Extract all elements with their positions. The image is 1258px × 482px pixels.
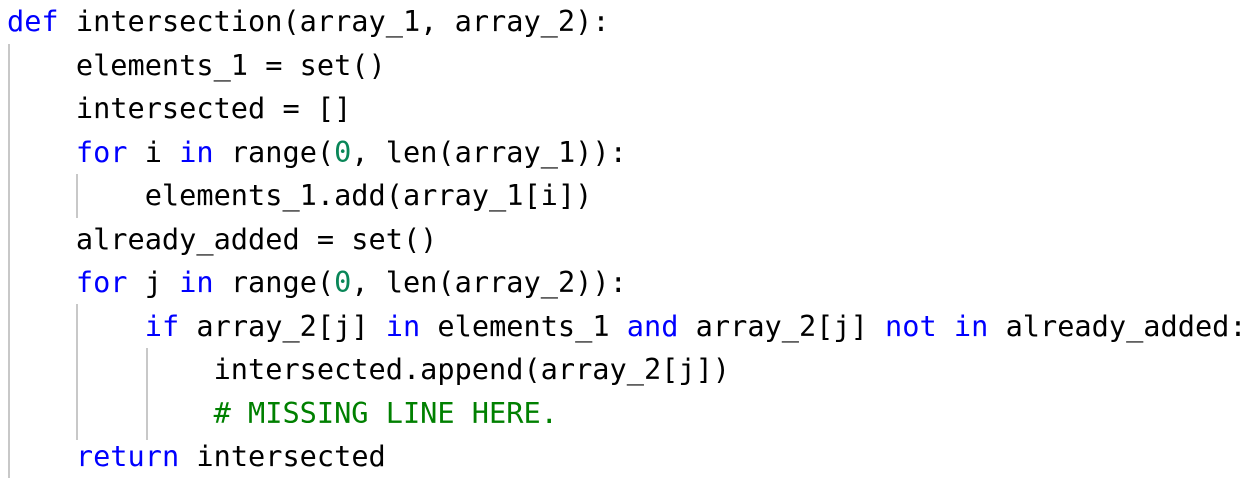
code-line[interactable]: intersected = [] <box>7 87 351 131</box>
code-token: j <box>127 265 180 299</box>
code-token: range( <box>213 135 335 169</box>
code-token: array_2[j] <box>179 309 386 343</box>
code-line[interactable]: for j in range(0, len(array_2)): <box>7 261 627 305</box>
code-line[interactable]: elements_1.add(array_1[i]) <box>7 174 593 218</box>
code-token: intersected <box>179 439 386 473</box>
code-token: intersection(array_1, array_2): <box>58 4 610 38</box>
code-token: range( <box>213 265 335 299</box>
code-line[interactable]: if array_2[j] in elements_1 and array_2[… <box>7 305 1247 349</box>
keyword-token: in <box>179 265 214 299</box>
code-token: already_added: <box>988 309 1247 343</box>
code-token: intersected.append(array_2[j]) <box>7 352 731 386</box>
keyword-token: in <box>385 309 421 343</box>
keyword-token: return <box>75 439 180 473</box>
code-editor[interactable]: def intersection(array_1, array_2): elem… <box>0 0 1258 482</box>
number-token: 0 <box>334 135 352 169</box>
code-line[interactable]: intersected.append(array_2[j]) <box>7 348 730 392</box>
code-line[interactable]: # MISSING LINE HERE. <box>7 392 558 436</box>
code-token: i <box>127 135 180 169</box>
number-token: 0 <box>334 265 352 299</box>
keyword-token: in <box>179 135 214 169</box>
code-line[interactable]: for i in range(0, len(array_1)): <box>7 131 627 175</box>
keyword-token: if <box>144 309 180 343</box>
code-token: already_added = set() <box>7 222 438 256</box>
keyword-token: not <box>885 309 937 343</box>
code-token: elements_1.add(array_1[i]) <box>7 178 593 212</box>
code-token: , len(array_2)): <box>351 265 627 299</box>
code-token: elements_1 = set() <box>7 48 386 82</box>
comment-token: # MISSING LINE HERE. <box>7 396 558 430</box>
code-line[interactable]: def intersection(array_1, array_2): <box>7 0 610 44</box>
code-token: intersected = [] <box>7 91 352 125</box>
keyword-token: for <box>75 135 128 169</box>
keyword-token: for <box>75 265 128 299</box>
code-line[interactable]: elements_1 = set() <box>7 44 386 88</box>
keyword-token: and <box>626 309 679 343</box>
keyword-token: def <box>7 4 59 38</box>
code-token: , len(array_1)): <box>351 135 627 169</box>
code-token: elements_1 <box>420 309 627 343</box>
code-line[interactable]: return intersected <box>7 435 386 479</box>
code-token: array_2[j] <box>678 309 886 343</box>
code-line[interactable]: already_added = set() <box>7 218 438 262</box>
keyword-token: in <box>953 309 989 343</box>
